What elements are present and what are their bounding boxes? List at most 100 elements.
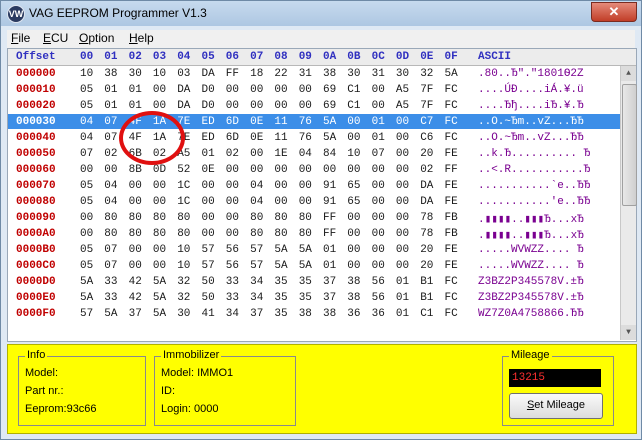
hex-byte-cell[interactable]: 00: [372, 212, 385, 224]
hex-byte-cell[interactable]: C6: [420, 132, 433, 144]
hex-byte-cell[interactable]: 38: [299, 308, 312, 320]
hex-byte-cell[interactable]: A5: [396, 100, 409, 112]
hex-byte-cell[interactable]: 52: [177, 164, 190, 176]
hex-byte-cell[interactable]: 56: [226, 260, 239, 272]
hex-byte-cell[interactable]: 76: [299, 132, 312, 144]
hex-byte-cell[interactable]: FC: [445, 292, 458, 304]
hex-byte-cell[interactable]: 11: [274, 116, 287, 128]
hex-row-ascii[interactable]: .....WVWZZ.... Ђ: [478, 260, 584, 272]
hex-byte-cell[interactable]: 91: [323, 196, 336, 208]
hex-byte-cell[interactable]: B1: [420, 292, 433, 304]
hex-byte-cell[interactable]: 78: [420, 228, 433, 240]
hex-byte-cell[interactable]: 07: [104, 132, 117, 144]
hex-row-ascii[interactable]: Z3BZ2P345578V.±Ђ: [478, 292, 584, 304]
hex-byte-cell[interactable]: 05: [80, 84, 93, 96]
hex-byte-cell[interactable]: 01: [396, 292, 409, 304]
hex-byte-cell[interactable]: 57: [202, 260, 215, 272]
hex-byte-cell[interactable]: 00: [396, 196, 409, 208]
hex-byte-cell[interactable]: ED: [202, 132, 215, 144]
hex-byte-cell[interactable]: 78: [420, 212, 433, 224]
hex-byte-cell[interactable]: 00: [129, 244, 142, 256]
hex-byte-cell[interactable]: 5A: [80, 276, 93, 288]
hex-row-ascii[interactable]: WZ7Z0A4758866.ЂЂ: [478, 308, 584, 320]
hex-byte-cell[interactable]: 00: [153, 84, 166, 96]
hex-byte-cell[interactable]: 32: [177, 276, 190, 288]
hex-byte-cell[interactable]: 00: [372, 228, 385, 240]
hex-byte-cell[interactable]: 05: [80, 100, 93, 112]
hex-byte-cell[interactable]: 00: [372, 84, 385, 96]
hex-byte-cell[interactable]: 00: [396, 260, 409, 272]
set-mileage-button[interactable]: Set Mileage: [509, 393, 603, 419]
menu-file[interactable]: File: [11, 31, 30, 45]
hex-byte-cell[interactable]: 00: [226, 100, 239, 112]
hex-byte-cell[interactable]: 57: [250, 260, 263, 272]
hex-byte-cell[interactable]: 00: [396, 116, 409, 128]
hex-byte-cell[interactable]: 04: [80, 132, 93, 144]
hex-byte-cell[interactable]: 35: [299, 292, 312, 304]
hex-byte-cell[interactable]: 00: [250, 100, 263, 112]
hex-byte-cell[interactable]: 34: [226, 308, 239, 320]
hex-byte-cell[interactable]: 6D: [226, 132, 239, 144]
hex-byte-cell[interactable]: FF: [323, 212, 336, 224]
hex-byte-cell[interactable]: 01: [396, 276, 409, 288]
hex-byte-cell[interactable]: FC: [445, 116, 458, 128]
hex-byte-cell[interactable]: 00: [153, 244, 166, 256]
hex-byte-cell[interactable]: 00: [226, 84, 239, 96]
hex-byte-cell[interactable]: 01: [129, 84, 142, 96]
hex-byte-cell[interactable]: 00: [153, 196, 166, 208]
hex-byte-cell[interactable]: FF: [445, 164, 458, 176]
hex-byte-cell[interactable]: FE: [445, 196, 458, 208]
hex-byte-cell[interactable]: FC: [445, 100, 458, 112]
hex-byte-cell[interactable]: 50: [202, 292, 215, 304]
hex-byte-cell[interactable]: 04: [104, 196, 117, 208]
hex-byte-cell[interactable]: 57: [202, 244, 215, 256]
hex-byte-cell[interactable]: 33: [226, 276, 239, 288]
hex-byte-cell[interactable]: 00: [396, 180, 409, 192]
hex-byte-cell[interactable]: 10: [177, 244, 190, 256]
hex-byte-cell[interactable]: 5A: [299, 244, 312, 256]
hex-byte-cell[interactable]: C7: [420, 116, 433, 128]
hex-byte-cell[interactable]: 37: [323, 292, 336, 304]
hex-byte-cell[interactable]: 80: [250, 228, 263, 240]
hex-byte-cell[interactable]: 20: [420, 148, 433, 160]
hex-byte-cell[interactable]: 01: [323, 244, 336, 256]
hex-byte-cell[interactable]: DA: [177, 84, 190, 96]
hex-byte-cell[interactable]: 37: [323, 276, 336, 288]
hex-byte-cell[interactable]: 34: [250, 292, 263, 304]
hex-byte-cell[interactable]: 69: [323, 84, 336, 96]
hex-byte-cell[interactable]: 00: [226, 228, 239, 240]
hex-byte-cell[interactable]: 01: [202, 148, 215, 160]
hex-row-ascii[interactable]: ..O.~Ђm..vZ...ЂЂ: [478, 116, 584, 128]
hex-byte-cell[interactable]: 00: [274, 84, 287, 96]
hex-byte-cell[interactable]: 00: [396, 148, 409, 160]
hex-byte-cell[interactable]: 05: [80, 260, 93, 272]
hex-byte-cell[interactable]: 30: [396, 68, 409, 80]
hex-byte-cell[interactable]: 30: [177, 308, 190, 320]
hex-byte-cell[interactable]: 38: [323, 308, 336, 320]
hex-byte-cell[interactable]: 8B: [129, 164, 142, 176]
hex-byte-cell[interactable]: 57: [80, 308, 93, 320]
hex-byte-cell[interactable]: 37: [250, 308, 263, 320]
hex-row-ascii[interactable]: ...........'e..ЂЂ: [478, 196, 590, 208]
hex-byte-cell[interactable]: 00: [226, 180, 239, 192]
hex-byte-cell[interactable]: 00: [274, 180, 287, 192]
hex-byte-cell[interactable]: 91: [323, 180, 336, 192]
hex-byte-cell[interactable]: 80: [129, 228, 142, 240]
hex-byte-cell[interactable]: 33: [104, 276, 117, 288]
hex-row[interactable]: 0000F0 57 5A 37 5A 30 41 34 37 35 38 38 36 36 01 C1 FC WZ…: [8, 306, 636, 321]
hex-row[interactable]: 000090 00 80 80 80 80 00 00 80 80 80 FF 00 00 00 78 FB .▮…: [8, 210, 636, 226]
hex-row[interactable]: 000020 05 01 01 00 DA D0 00 00 00 00 69 C1 00 A5 7F FC..…: [8, 98, 636, 113]
hex-row[interactable]: 000070 05 04 00 00 1C 00 00 04 00 00 91 65 00 00 DA FE..…: [8, 178, 636, 193]
hex-byte-cell[interactable]: 7F: [420, 84, 433, 96]
hex-row[interactable]: 000030 04 07 4F 1A 7E ED 6D 0E 11 76 5A 00 01 00 C7 FC..…: [8, 114, 636, 129]
hex-byte-cell[interactable]: 00: [274, 196, 287, 208]
hex-byte-cell[interactable]: 35: [274, 308, 287, 320]
hex-byte-cell[interactable]: 00: [323, 164, 336, 176]
hex-byte-cell[interactable]: A5: [396, 84, 409, 96]
hex-byte-cell[interactable]: 07: [104, 116, 117, 128]
hex-byte-cell[interactable]: 1E: [274, 148, 287, 160]
hex-byte-cell[interactable]: 10: [153, 68, 166, 80]
hex-byte-cell[interactable]: DA: [202, 68, 215, 80]
hex-byte-cell[interactable]: 01: [372, 116, 385, 128]
hex-byte-cell[interactable]: 80: [104, 228, 117, 240]
